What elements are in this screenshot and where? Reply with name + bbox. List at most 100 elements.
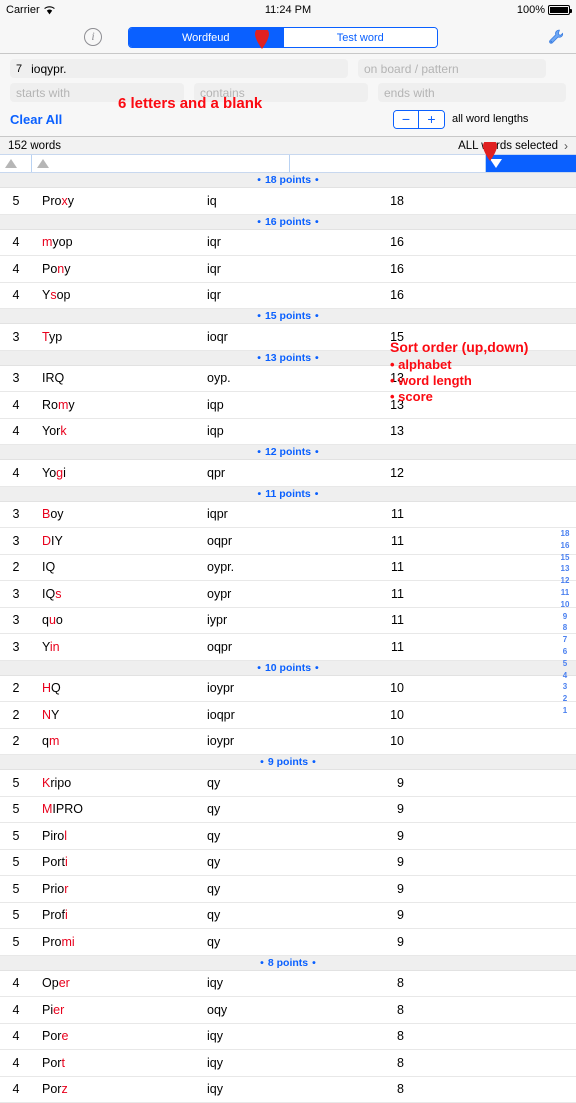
cell-score: 8 bbox=[332, 1082, 404, 1096]
selection-control[interactable]: ALL words selected › bbox=[458, 139, 568, 153]
index-rail-item[interactable]: 2 bbox=[563, 693, 567, 705]
table-row[interactable]: 4Ponyiqr16 bbox=[0, 256, 576, 283]
word-letter: Op bbox=[42, 976, 59, 990]
table-row[interactable]: 3Yinoqpr11 bbox=[0, 634, 576, 661]
table-row[interactable]: 3Boyiqpr11 bbox=[0, 502, 576, 529]
cell-word-length: 4 bbox=[0, 1003, 32, 1017]
index-rail-item[interactable]: 13 bbox=[561, 563, 570, 575]
bullet-dot-icon: • bbox=[260, 756, 264, 768]
cell-word: Pore bbox=[32, 1029, 207, 1043]
table-row[interactable]: 4Romyiqp13 bbox=[0, 392, 576, 419]
table-row[interactable]: 5Proxyiq18 bbox=[0, 188, 576, 215]
sort-by-pattern-button[interactable] bbox=[290, 155, 486, 172]
word-letter: IQ bbox=[42, 560, 55, 574]
table-row[interactable]: 5Pirolqy9 bbox=[0, 823, 576, 850]
bullet-dot-icon: • bbox=[315, 174, 319, 186]
index-rail-item[interactable]: 8 bbox=[563, 622, 567, 634]
table-row[interactable]: 4Pieroqy8 bbox=[0, 997, 576, 1024]
blank-letter: mi bbox=[61, 935, 74, 949]
chevron-right-icon[interactable]: › bbox=[564, 139, 568, 153]
table-row[interactable]: 5Kripoqy9 bbox=[0, 770, 576, 797]
word-letter: y bbox=[68, 398, 74, 412]
cell-word: Port bbox=[32, 1056, 207, 1070]
table-row[interactable]: 5Priorqy9 bbox=[0, 876, 576, 903]
table-row[interactable]: 3IRQoyp.13 bbox=[0, 366, 576, 393]
segmented-control[interactable]: Wordfeud Test word bbox=[128, 27, 438, 48]
word-length-stepper[interactable]: − + bbox=[393, 110, 445, 129]
board-pattern-input[interactable]: on board / pattern bbox=[358, 59, 546, 78]
table-row[interactable]: 2NYioqpr10 bbox=[0, 702, 576, 729]
table-row[interactable]: 3quoiypr11 bbox=[0, 608, 576, 635]
table-row[interactable]: 4myopiqr16 bbox=[0, 230, 576, 257]
index-rail-item[interactable]: 7 bbox=[563, 634, 567, 646]
index-rail-item[interactable]: 1 bbox=[563, 705, 567, 717]
wrench-icon[interactable] bbox=[546, 27, 566, 47]
table-row[interactable]: 3DIYoqpr11 bbox=[0, 528, 576, 555]
index-rail-item[interactable]: 16 bbox=[561, 540, 570, 552]
word-letter: Yo bbox=[42, 466, 56, 480]
table-row[interactable]: 4Yogiqpr12 bbox=[0, 460, 576, 487]
group-heading: •18 points• bbox=[0, 173, 576, 188]
stepper-plus-button[interactable]: + bbox=[419, 111, 444, 128]
ends-with-input[interactable]: ends with bbox=[378, 83, 566, 102]
word-letter: Por bbox=[42, 1029, 61, 1043]
info-icon[interactable]: i bbox=[84, 28, 102, 46]
search-row-2: starts with contains ends with bbox=[10, 83, 566, 102]
cell-remaining-letters: iqp bbox=[207, 424, 332, 438]
table-row[interactable]: 4Ysopiqr16 bbox=[0, 283, 576, 310]
table-row[interactable]: 4Yorkiqp13 bbox=[0, 419, 576, 446]
clear-all-button[interactable]: Clear All bbox=[10, 112, 62, 127]
table-row[interactable]: 2HQioypr10 bbox=[0, 676, 576, 703]
cell-word-length: 4 bbox=[0, 398, 32, 412]
word-list[interactable]: •18 points•5Proxyiq18•16 points•4myopiqr… bbox=[0, 173, 576, 1103]
table-row[interactable]: 5Profiqy9 bbox=[0, 903, 576, 930]
table-row[interactable]: 4Operiqy8 bbox=[0, 971, 576, 998]
table-row[interactable]: 3IQsoypr11 bbox=[0, 581, 576, 608]
index-rail-item[interactable]: 18 bbox=[561, 528, 570, 540]
blank-letter: M bbox=[42, 802, 52, 816]
cell-word: Kripo bbox=[32, 776, 207, 790]
cell-word-length: 4 bbox=[0, 262, 32, 276]
group-heading: •12 points• bbox=[0, 445, 576, 460]
index-rail-item[interactable]: 11 bbox=[561, 587, 569, 599]
bullet-dot-icon: • bbox=[315, 488, 319, 500]
cell-score: 11 bbox=[332, 534, 404, 548]
table-row[interactable]: 2IQoypr.11 bbox=[0, 555, 576, 582]
stepper-minus-button[interactable]: − bbox=[394, 111, 419, 128]
index-rail-item[interactable]: 15 bbox=[561, 552, 570, 564]
score-index-rail[interactable]: 18161513121110987654321 bbox=[556, 528, 574, 717]
table-row[interactable]: 2qmioypr10 bbox=[0, 729, 576, 756]
word-letter: IRQ bbox=[42, 371, 64, 385]
index-rail-item[interactable]: 9 bbox=[563, 611, 567, 623]
table-row[interactable]: 5Promiqy9 bbox=[0, 929, 576, 956]
index-rail-item[interactable]: 6 bbox=[563, 646, 567, 658]
index-rail-item[interactable]: 4 bbox=[563, 670, 567, 682]
index-rail-item[interactable]: 3 bbox=[563, 681, 567, 693]
table-row[interactable]: 5MIPROqy9 bbox=[0, 797, 576, 824]
cell-score: 10 bbox=[332, 734, 404, 748]
blank-letter: er bbox=[59, 976, 70, 990]
word-letter: Pi bbox=[42, 1003, 53, 1017]
cell-word-length: 5 bbox=[0, 882, 32, 896]
bullet-dot-icon: • bbox=[257, 216, 261, 228]
cell-word-length: 4 bbox=[0, 424, 32, 438]
table-row[interactable]: 4Porziqy8 bbox=[0, 1077, 576, 1103]
cell-word: Pirol bbox=[32, 829, 207, 843]
sort-by-alphabet-button[interactable] bbox=[32, 155, 290, 172]
index-rail-item[interactable]: 12 bbox=[561, 575, 570, 587]
group-heading: •11 points• bbox=[0, 487, 576, 502]
index-rail-item[interactable]: 5 bbox=[563, 658, 567, 670]
table-row[interactable]: 5Portiqy9 bbox=[0, 850, 576, 877]
table-row[interactable]: 4Portiqy8 bbox=[0, 1050, 576, 1077]
group-heading-label: 10 points bbox=[265, 662, 311, 674]
index-rail-item[interactable]: 10 bbox=[561, 599, 570, 611]
table-row[interactable]: 4Poreiqy8 bbox=[0, 1024, 576, 1051]
sort-by-length-button[interactable] bbox=[0, 155, 32, 172]
word-letter: Prof bbox=[42, 908, 65, 922]
rack-input[interactable]: 7 ioqypr. bbox=[10, 59, 348, 78]
tab-test-word[interactable]: Test word bbox=[284, 28, 438, 47]
cell-word-length: 3 bbox=[0, 534, 32, 548]
sort-by-score-button[interactable] bbox=[486, 155, 576, 172]
cell-score: 9 bbox=[332, 908, 404, 922]
group-heading: •16 points• bbox=[0, 215, 576, 230]
